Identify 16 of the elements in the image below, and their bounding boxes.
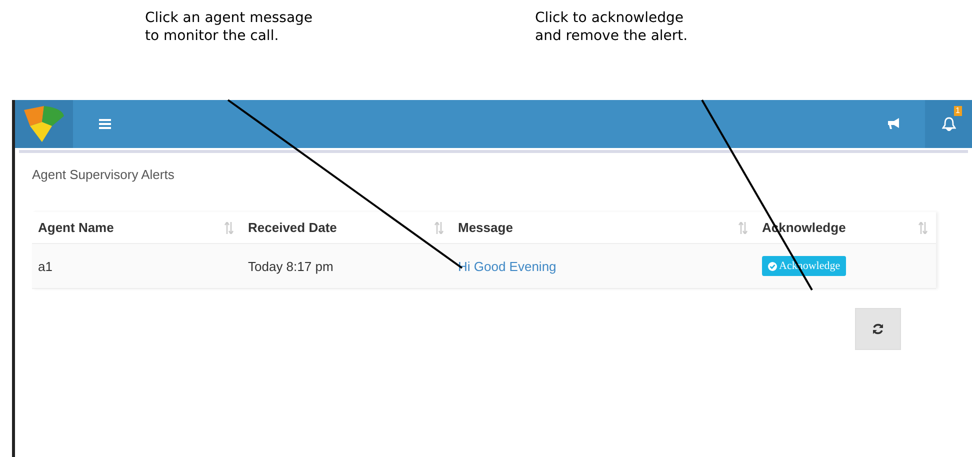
- notification-badge: 1: [954, 106, 962, 116]
- refresh-icon: [872, 323, 884, 335]
- megaphone-icon[interactable]: [887, 118, 901, 130]
- table-cell: a1: [38, 258, 52, 274]
- bell-icon[interactable]: [942, 117, 956, 131]
- callout-text: Click an agent message to monitor the call.: [145, 9, 313, 45]
- check-circle-icon: [768, 262, 777, 270]
- refresh-button[interactable]: [855, 308, 901, 350]
- menu-icon[interactable]: [99, 119, 111, 129]
- column-header[interactable]: Received Date: [248, 220, 337, 235]
- column-header[interactable]: Message: [458, 220, 513, 235]
- panel-title: Agent Supervisory Alerts: [32, 167, 176, 182]
- table-cell: Today 8:17 pm: [248, 258, 334, 274]
- logo-icon: [22, 104, 66, 144]
- column-header[interactable]: Agent Name: [38, 220, 114, 235]
- callout-text: Click to acknowledge and remove the alert.: [535, 9, 688, 45]
